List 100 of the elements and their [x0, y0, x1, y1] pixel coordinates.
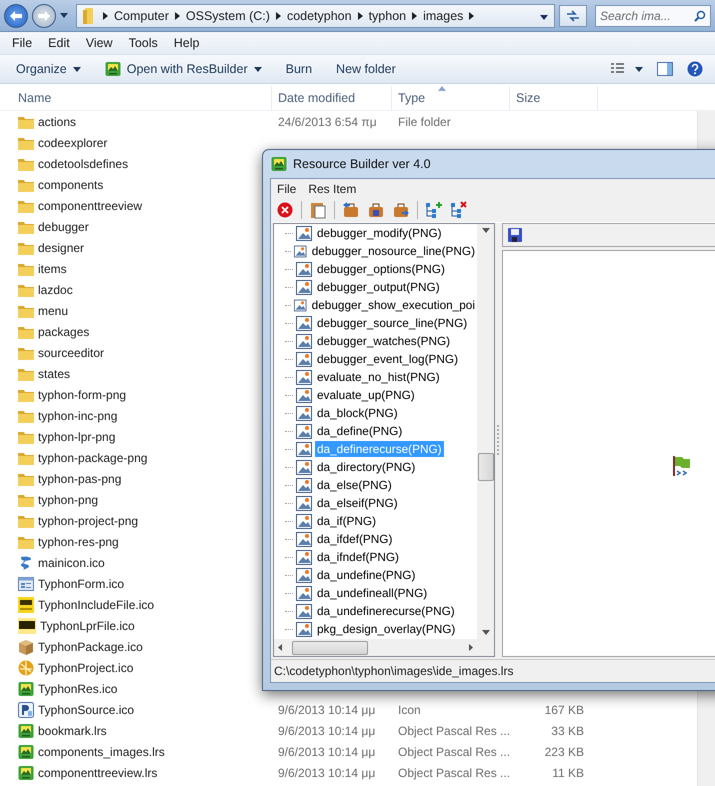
- tree-item[interactable]: debugger_show_execution_poi: [310, 297, 477, 313]
- menubar-item[interactable]: Res Item: [302, 182, 362, 196]
- menubar-item[interactable]: File: [4, 36, 40, 50]
- entry-name[interactable]: codeexplorer: [38, 136, 108, 150]
- tree-item[interactable]: debugger_options(PNG): [315, 261, 447, 277]
- breadcrumb-item[interactable]: typhon: [368, 8, 406, 22]
- entry-name[interactable]: typhon-pas-png: [38, 472, 122, 486]
- entry-name[interactable]: lazdoc: [38, 282, 73, 296]
- tree-item[interactable]: debugger_nosource_line(PNG): [310, 243, 477, 259]
- tree-item[interactable]: debugger_modify(PNG): [315, 225, 444, 241]
- entry-name[interactable]: sourceeditor: [38, 346, 104, 360]
- tree-item[interactable]: da_ifndef(PNG): [315, 549, 401, 565]
- column-header[interactable]: Type: [392, 86, 510, 110]
- tree-item[interactable]: da_elseif(PNG): [315, 495, 400, 511]
- image-icon: [296, 262, 312, 276]
- column-header[interactable]: Name: [0, 86, 272, 110]
- tree-item[interactable]: da_ifdef(PNG): [315, 531, 394, 547]
- scroll-thumb[interactable]: [292, 640, 368, 654]
- tree-item[interactable]: pkg_design_overlay(PNG): [315, 621, 458, 637]
- entry-name[interactable]: mainicon.ico: [38, 556, 105, 570]
- entry-name[interactable]: packages: [38, 324, 90, 338]
- entry-name[interactable]: codetoolsdefines: [38, 156, 128, 170]
- tree-item[interactable]: da_define(PNG): [315, 423, 404, 439]
- entry-name[interactable]: components: [38, 178, 104, 192]
- menubar-item[interactable]: Tools: [120, 36, 166, 50]
- tree-item[interactable]: debugger_output(PNG): [315, 279, 442, 295]
- tree-item[interactable]: da_else(PNG): [315, 477, 394, 493]
- menubar-item[interactable]: Edit: [40, 36, 78, 50]
- entry-name[interactable]: typhon-project-png: [38, 514, 138, 528]
- tree-item[interactable]: da_if(PNG): [315, 513, 378, 529]
- entry-name[interactable]: actions: [38, 114, 76, 128]
- entry-name[interactable]: components_images.lrs: [38, 744, 165, 758]
- folder-icon: [18, 534, 34, 548]
- back-button[interactable]: [4, 4, 28, 28]
- type-cell-text: Object Pascal Res ...: [397, 744, 510, 758]
- add-item-button[interactable]: [423, 199, 445, 221]
- date-cell-text: 9/6/2013 10:14 μμ: [277, 744, 376, 758]
- command-button[interactable]: Open with ResBuilder: [94, 57, 272, 81]
- menubar-item[interactable]: View: [78, 36, 121, 50]
- command-button[interactable]: New folder: [326, 57, 406, 81]
- breadcrumb-item[interactable]: images: [423, 8, 464, 22]
- project-file-icon: [18, 618, 36, 634]
- column-header[interactable]: Date modified: [272, 86, 392, 110]
- entry-name[interactable]: typhon-form-png: [38, 388, 126, 402]
- tree-item[interactable]: da_undefine(PNG): [315, 567, 418, 583]
- image-icon: [296, 334, 312, 348]
- preview-pane-icon[interactable]: [657, 62, 673, 76]
- entry-name[interactable]: TyphonProject.ico: [38, 660, 134, 674]
- forward-button[interactable]: [32, 4, 56, 28]
- image-icon: [296, 316, 312, 330]
- tree-item[interactable]: da_directory(PNG): [315, 459, 418, 475]
- entry-name[interactable]: items: [38, 262, 67, 276]
- image-icon: [296, 622, 312, 636]
- help-icon[interactable]: [687, 61, 703, 77]
- entry-name[interactable]: componenttreeview.lrs: [38, 766, 158, 780]
- menubar-item[interactable]: Help: [166, 36, 208, 50]
- command-button[interactable]: Organize: [6, 57, 91, 81]
- entry-name[interactable]: typhon-package-png: [38, 450, 148, 464]
- menubar-item[interactable]: File: [271, 182, 302, 196]
- breadcrumb-item[interactable]: codetyphon: [286, 8, 352, 22]
- size-cell-text: 167 KB: [544, 702, 585, 716]
- command-button[interactable]: Burn: [276, 57, 322, 81]
- tree-item[interactable]: debugger_watches(PNG): [315, 333, 452, 349]
- image-icon: [296, 568, 312, 582]
- entry-name[interactable]: states: [38, 366, 70, 380]
- entry-name[interactable]: bookmark.lrs: [38, 724, 107, 738]
- entry-name[interactable]: typhon-inc-png: [38, 408, 118, 422]
- entry-name[interactable]: TyphonPackage.ico: [38, 640, 143, 654]
- view-list-icon[interactable]: [611, 63, 643, 75]
- vertical-scrollbar[interactable]: [477, 224, 494, 639]
- tree-item[interactable]: evaluate_no_hist(PNG): [315, 369, 442, 385]
- search-field[interactable]: Search ima...: [595, 4, 711, 26]
- image-icon: [296, 460, 312, 474]
- entry-name[interactable]: typhon-lpr-png: [38, 430, 116, 444]
- entry-name[interactable]: debugger: [38, 220, 89, 234]
- entry-name[interactable]: designer: [38, 240, 84, 254]
- address-bar[interactable]: Computer OSSystem (C:) codetyphon typhon images: [76, 4, 555, 28]
- entry-name[interactable]: TyphonLprFile.ico: [40, 618, 135, 632]
- entry-name[interactable]: typhon-res-png: [38, 534, 119, 548]
- entry-name[interactable]: typhon-png: [38, 492, 98, 506]
- tree-item[interactable]: da_undefineall(PNG): [315, 585, 430, 601]
- tree-item[interactable]: debugger_source_line(PNG): [315, 315, 470, 331]
- entry-name[interactable]: TyphonSource.ico: [38, 702, 134, 716]
- horizontal-scrollbar[interactable]: [274, 639, 477, 656]
- tree-item[interactable]: da_block(PNG): [315, 405, 400, 421]
- entry-name[interactable]: menu: [38, 304, 68, 318]
- tree-item[interactable]: debugger_event_log(PNG): [315, 351, 460, 367]
- tree-item[interactable]: evaluate_up(PNG): [315, 387, 417, 403]
- column-header[interactable]: Size: [510, 86, 598, 110]
- entry-name[interactable]: TyphonRes.ico: [38, 682, 118, 696]
- breadcrumb-item[interactable]: Computer: [114, 8, 169, 22]
- breadcrumb-item[interactable]: OSSystem (C:): [186, 8, 270, 22]
- entry-name[interactable]: componenttreeview: [38, 198, 142, 212]
- tree-item[interactable]: da_undefinerecurse(PNG): [315, 603, 457, 619]
- refresh-button[interactable]: [559, 4, 587, 26]
- scroll-thumb[interactable]: [478, 453, 494, 481]
- image-document-icon: [18, 764, 34, 780]
- entry-name[interactable]: TyphonForm.ico: [38, 576, 124, 590]
- folder-icon: [18, 178, 34, 192]
- entry-name[interactable]: TyphonIncludeFile.ico: [38, 598, 154, 612]
